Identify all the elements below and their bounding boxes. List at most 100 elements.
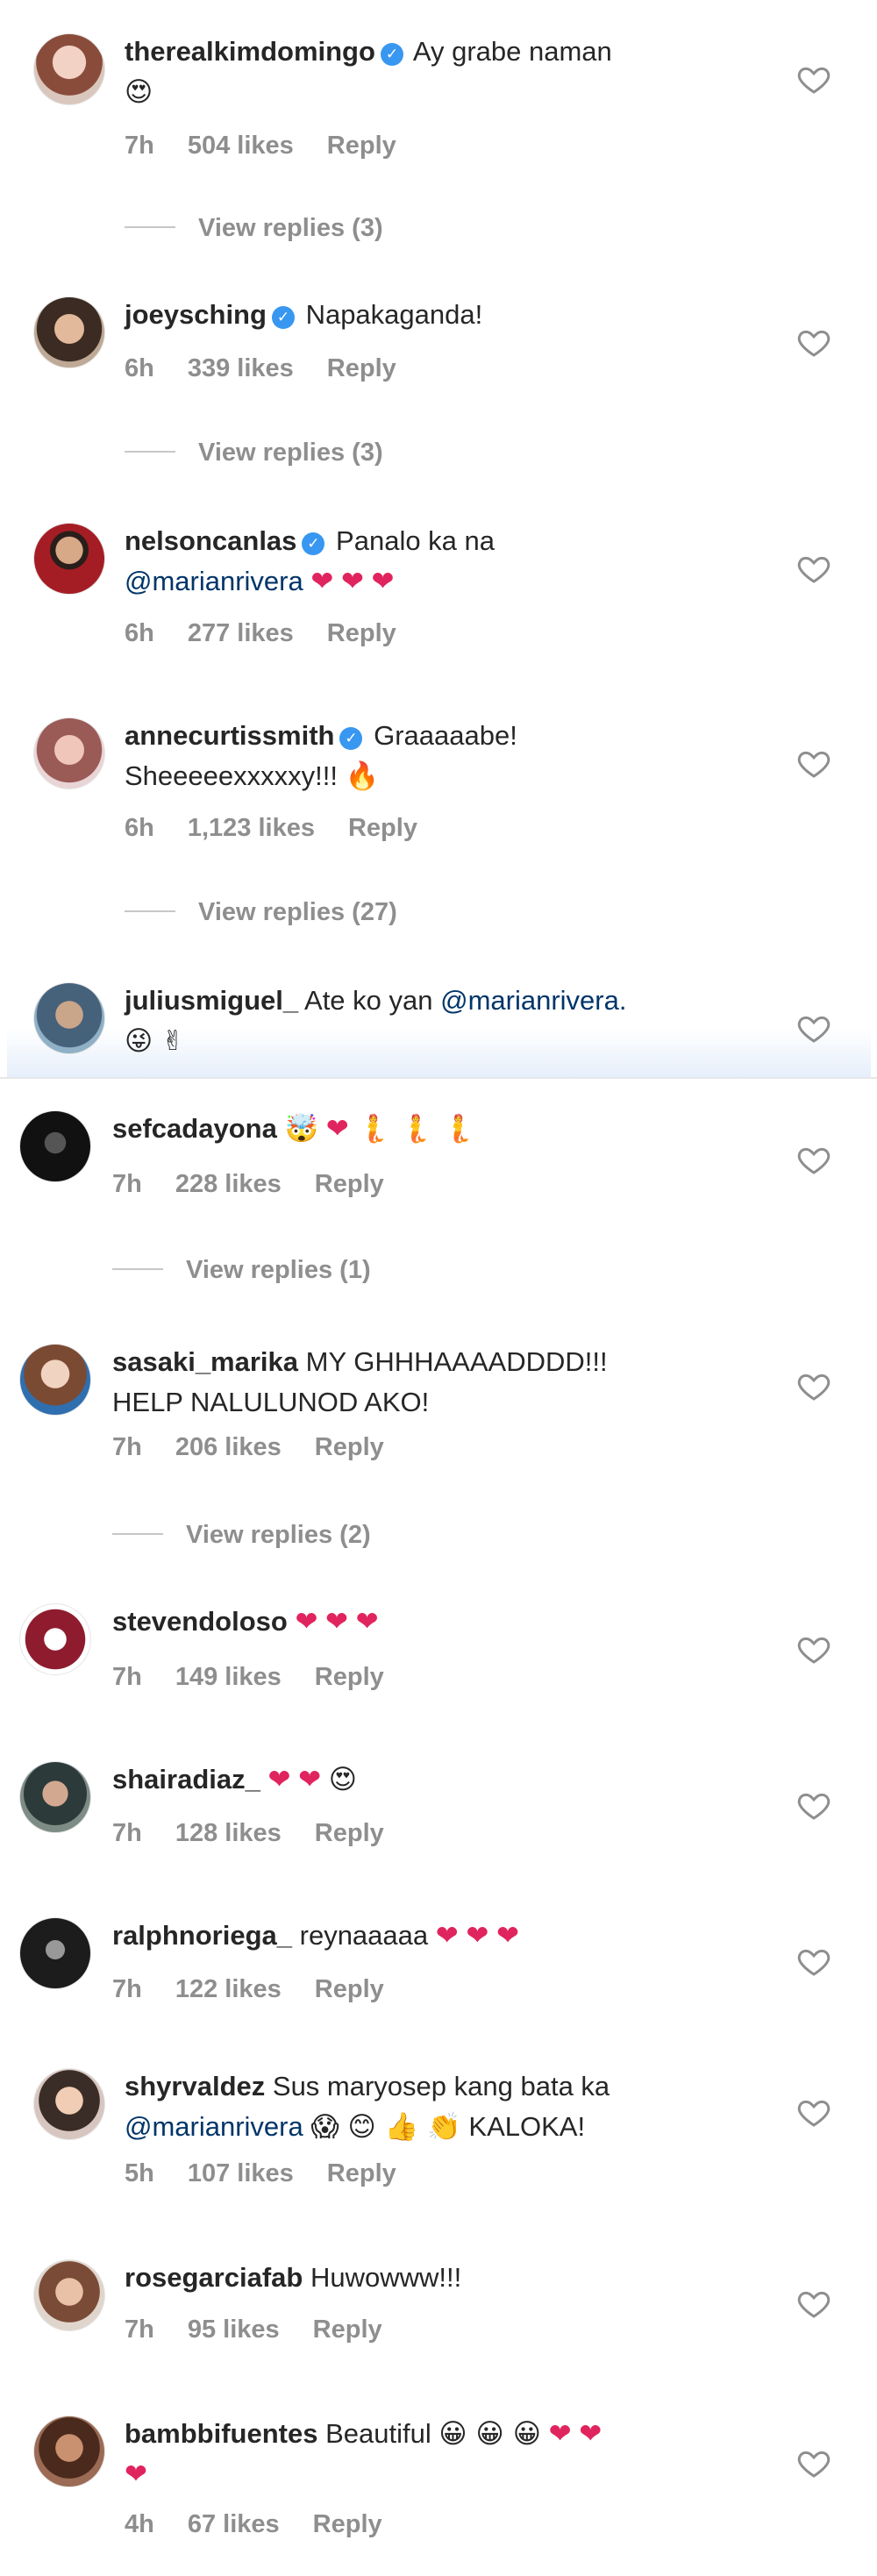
username[interactable]: joeysching [125, 299, 267, 330]
username[interactable]: sefcadayona [112, 1113, 277, 1144]
like-count[interactable]: 277 likes [188, 619, 294, 647]
heart-outline-icon[interactable] [796, 325, 831, 360]
comment-text: Ate ko yan [304, 985, 433, 1016]
like-count[interactable]: 504 likes [188, 132, 294, 160]
like-count[interactable]: 339 likes [188, 354, 294, 382]
heart-outline-icon[interactable] [796, 2286, 831, 2321]
reply-button[interactable]: Reply [315, 1975, 384, 2003]
username[interactable]: shairadiaz_ [112, 1764, 260, 1795]
timestamp: 7h [112, 1170, 142, 1198]
like-count[interactable]: 1,123 likes [188, 814, 315, 842]
heart-outline-icon[interactable] [796, 1631, 831, 1666]
heart-outline-icon[interactable] [796, 61, 831, 96]
like-count[interactable]: 128 likes [175, 1819, 282, 1847]
comment-text-line2: KALOKA! [468, 2111, 586, 2142]
heart-emoji: ❤ [125, 2458, 147, 2489]
username[interactable]: stevendoloso [112, 1606, 288, 1637]
comment-text: Beautiful [325, 2418, 431, 2449]
avatar[interactable] [33, 523, 105, 595]
heart-outline-icon[interactable] [796, 2094, 831, 2130]
view-replies-button[interactable]: View replies (3) [125, 439, 383, 467]
avatar[interactable] [33, 2415, 105, 2487]
heart-emoji: ❤ ❤ [548, 2418, 602, 2449]
timestamp: 6h [125, 354, 154, 382]
username[interactable]: ralphnoriega_ [112, 1920, 292, 1951]
heart-outline-icon[interactable] [796, 1010, 831, 1045]
username[interactable]: juliusmiguel_ [125, 985, 298, 1016]
avatar[interactable] [19, 1603, 91, 1675]
like-count[interactable]: 107 likes [188, 2159, 294, 2187]
avatar[interactable] [33, 2068, 105, 2140]
view-replies-button[interactable]: View replies (1) [112, 1256, 371, 1285]
reply-button[interactable]: Reply [327, 132, 396, 160]
verified-badge-icon: ✓ [339, 727, 363, 750]
like-count[interactable]: 67 likes [188, 2510, 280, 2538]
mermaid-emoji: 🧜 🧜 🧜 [356, 1113, 475, 1145]
comment-text: reynaaaaa [299, 1920, 429, 1951]
avatar[interactable] [33, 717, 105, 789]
username[interactable]: nelsoncanlas [125, 525, 296, 556]
comments-screen: { "heart_color": "#e0245e", "mention_col… [0, 0, 877, 2576]
like-count[interactable]: 149 likes [175, 1663, 282, 1691]
like-count[interactable]: 95 likes [188, 2316, 280, 2344]
emoji: 😍 [328, 1764, 358, 1795]
verified-badge-icon: ✓ [302, 532, 325, 555]
timestamp: 6h [125, 619, 154, 647]
avatar[interactable] [19, 1110, 91, 1182]
comment-text: Panalo ka na [336, 525, 496, 556]
like-count[interactable]: 228 likes [175, 1170, 282, 1198]
view-replies-button[interactable]: View replies (2) [112, 1521, 371, 1550]
avatar[interactable] [19, 1344, 91, 1416]
timestamp: 7h [112, 1433, 142, 1461]
mention-link[interactable]: @marianrivera [125, 2111, 303, 2142]
like-count[interactable]: 206 likes [175, 1433, 282, 1461]
reply-button[interactable]: Reply [313, 2510, 382, 2538]
reply-button[interactable]: Reply [315, 1433, 384, 1461]
username[interactable]: annecurtissmith [125, 720, 334, 751]
timestamp: 7h [125, 132, 154, 160]
heart-outline-icon[interactable] [796, 1788, 831, 1823]
heart-outline-icon[interactable] [796, 1368, 831, 1403]
view-replies-button[interactable]: View replies (27) [125, 898, 397, 927]
heart-outline-icon[interactable] [796, 746, 831, 781]
username[interactable]: shyrvaldez [125, 2071, 265, 2101]
avatar[interactable] [33, 2259, 105, 2331]
username[interactable]: rosegarciafab [125, 2262, 303, 2293]
timestamp: 7h [112, 1819, 142, 1847]
reply-button[interactable]: Reply [315, 1663, 384, 1691]
timestamp: 7h [112, 1975, 142, 2003]
timestamp: 7h [112, 1663, 142, 1691]
avatar[interactable] [19, 1761, 91, 1833]
avatar[interactable] [33, 33, 105, 105]
heart-outline-icon[interactable] [796, 2445, 831, 2480]
reply-button[interactable]: Reply [313, 2316, 382, 2344]
avatar[interactable] [19, 1917, 91, 1989]
username[interactable]: bambbifuentes [125, 2418, 317, 2449]
heart-outline-icon[interactable] [796, 1142, 831, 1177]
reply-button[interactable]: Reply [327, 2159, 396, 2187]
reply-button[interactable]: Reply [327, 619, 396, 647]
mention-link[interactable]: @marianrivera. [440, 985, 626, 1016]
view-replies-button[interactable]: View replies (3) [125, 214, 383, 243]
like-count[interactable]: 122 likes [175, 1975, 282, 2003]
reply-button[interactable]: Reply [315, 1819, 384, 1847]
username[interactable]: therealkimdomingo [125, 36, 375, 67]
mention-link[interactable]: @marianrivera [125, 566, 303, 596]
avatar[interactable] [33, 982, 105, 1054]
comment-text-line2: HELP NALULUNOD AKO! [112, 1387, 430, 1417]
heart-emoji: ❤ ❤ ❤ [295, 1606, 379, 1637]
heart-outline-icon[interactable] [796, 1944, 831, 1979]
comment-text: Sus maryosep kang bata ka [272, 2071, 610, 2101]
timestamp: 5h [125, 2159, 154, 2187]
timestamp: 4h [125, 2510, 154, 2538]
reply-button[interactable]: Reply [315, 1170, 384, 1198]
username[interactable]: sasaki_marika [112, 1346, 298, 1377]
timestamp: 6h [125, 814, 154, 842]
reply-button[interactable]: Reply [348, 814, 417, 842]
timestamp: 7h [125, 2316, 154, 2344]
heart-emoji: ❤ ❤ ❤ [310, 566, 395, 596]
avatar[interactable] [33, 296, 105, 368]
comment-text: Huwowww!!! [310, 2262, 462, 2293]
heart-outline-icon[interactable] [796, 551, 831, 586]
reply-button[interactable]: Reply [327, 354, 396, 382]
